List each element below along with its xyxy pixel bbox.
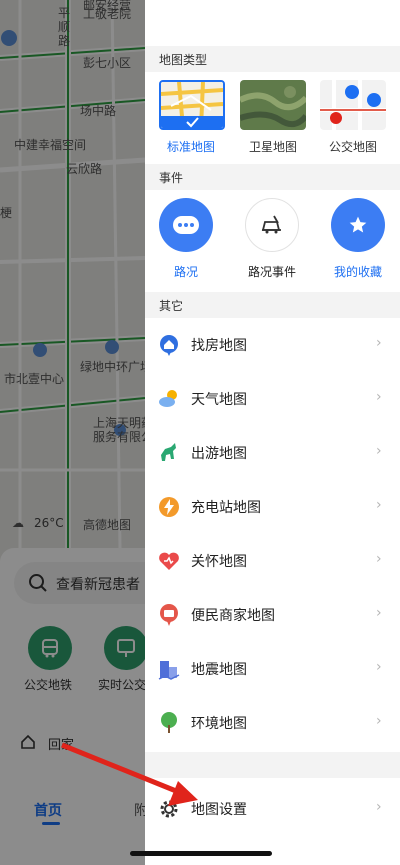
chevron-right-icon: › (376, 335, 382, 351)
section-header-events: 事件 (145, 164, 400, 190)
tree-icon (161, 712, 177, 733)
chevron-right-icon: › (376, 605, 382, 621)
horse-icon (161, 443, 176, 461)
chevron-right-icon: › (376, 713, 382, 729)
chevron-right-icon: › (376, 389, 382, 405)
list-item-merchant-map[interactable]: 便民商家地图 › (145, 588, 400, 642)
traffic-events-label: 路况事件 (248, 265, 297, 279)
section-title: 地图类型 (159, 53, 208, 67)
section-title: 事件 (159, 171, 184, 185)
star-icon (349, 216, 367, 233)
list-item-label: 便民商家地图 (191, 608, 275, 624)
home-indicator (130, 851, 272, 856)
favorites-toggle[interactable] (331, 198, 385, 252)
shop-pin-icon (160, 604, 178, 626)
list-item-label: 充电站地图 (191, 500, 261, 516)
earthquake-building-icon (158, 661, 180, 680)
car-warning-icon (261, 215, 281, 234)
map-type-transit[interactable] (320, 80, 386, 130)
list-item-travel-map[interactable]: 出游地图 › (145, 426, 400, 480)
list-item-house-map[interactable]: 找房地图 › (145, 318, 400, 372)
list-item-care-map[interactable]: 关怀地图 › (145, 534, 400, 588)
chevron-right-icon: › (376, 497, 382, 513)
list-item-label: 找房地图 (191, 338, 247, 354)
map-settings-item[interactable]: 地图设置 › (145, 782, 400, 836)
list-item-weather-map[interactable]: 天气地图 › (145, 372, 400, 426)
map-type-label-standard: 标准地图 (167, 140, 216, 154)
chevron-right-icon: › (376, 799, 382, 815)
section-title: 其它 (159, 299, 184, 313)
list-item-charging-map[interactable]: 充电站地图 › (145, 480, 400, 534)
traffic-toggle[interactable] (159, 198, 213, 252)
map-type-standard[interactable] (159, 80, 225, 130)
chevron-right-icon: › (376, 443, 382, 459)
standard-map-thumbnail (161, 82, 223, 128)
list-item-label: 出游地图 (191, 446, 247, 462)
weather-cloud-sun-icon (159, 390, 177, 407)
map-type-satellite[interactable] (240, 80, 306, 130)
map-type-label-transit: 公交地图 (329, 140, 378, 154)
list-item-label: 地震地图 (191, 662, 247, 678)
map-type-label-satellite: 卫星地图 (249, 140, 298, 154)
section-divider (145, 752, 400, 778)
map-layers-drawer: 地图类型 标准地图 卫星地图 公交地图 事件 路况 路况事件 我的收藏 其它 找… (145, 0, 400, 865)
list-item-earthquake-map[interactable]: 地震地图 › (145, 642, 400, 696)
house-location-icon (160, 335, 178, 356)
chevron-right-icon: › (376, 551, 382, 567)
gear-icon (160, 800, 178, 818)
list-item-label: 天气地图 (191, 392, 247, 408)
list-item-label: 关怀地图 (191, 554, 247, 570)
charging-bolt-icon (159, 497, 179, 517)
section-header-other: 其它 (145, 292, 400, 318)
transit-map-thumbnail (320, 80, 386, 130)
heart-icon (159, 552, 179, 570)
more-dots-icon (173, 216, 199, 234)
list-item-environment-map[interactable]: 环境地图 › (145, 696, 400, 750)
chevron-right-icon: › (376, 659, 382, 675)
map-settings-label: 地图设置 (191, 802, 247, 818)
favorites-label: 我的收藏 (334, 265, 383, 279)
section-header-map-type: 地图类型 (145, 46, 400, 72)
traffic-label: 路况 (174, 265, 199, 279)
list-item-label: 环境地图 (191, 716, 247, 732)
traffic-events-toggle[interactable] (245, 198, 299, 252)
satellite-map-thumbnail (240, 80, 306, 130)
